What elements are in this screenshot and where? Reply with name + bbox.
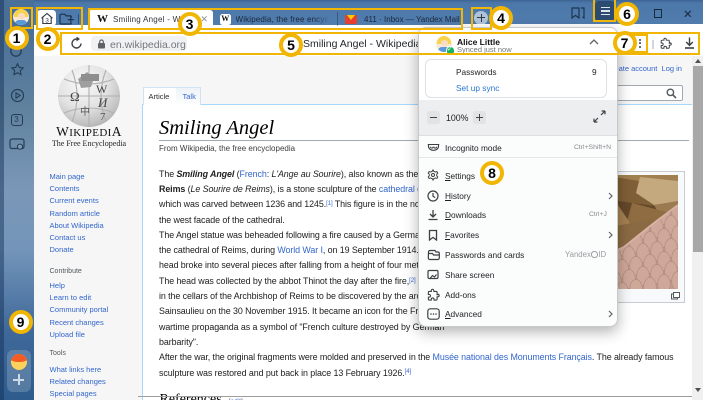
svg-text:中: 中 [80,105,90,118]
svg-text:Ω: Ω [70,89,80,104]
svg-text:W: W [96,82,108,96]
svg-text:7: 7 [100,111,106,123]
svg-text:И: И [97,95,108,110]
